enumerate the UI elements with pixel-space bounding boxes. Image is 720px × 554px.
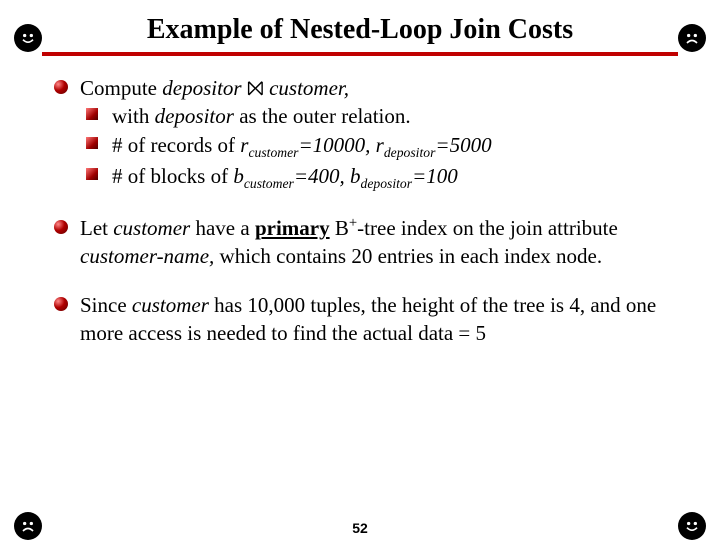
smile-icon	[14, 24, 42, 52]
text: =100	[412, 164, 458, 188]
superscript: +	[349, 215, 357, 231]
slide-title: Example of Nested-Loop Join Costs	[0, 14, 720, 46]
bullet-2: Let customer have a primary B+-tree inde…	[54, 214, 672, 271]
text: which contains 20 entries in each index …	[214, 244, 602, 268]
text: # of records of	[112, 133, 240, 157]
slide-content: Compute depositor ⨝ customer, with depos…	[0, 74, 720, 347]
subscript: depositor	[361, 176, 413, 191]
subscript: depositor	[384, 145, 436, 160]
text: with	[112, 104, 155, 128]
join-symbol: ⨝	[242, 76, 270, 100]
text: depositor	[162, 76, 241, 100]
bullet-1: Compute depositor ⨝ customer, with depos…	[54, 74, 672, 194]
text: Let	[80, 216, 113, 240]
text: depositor	[155, 104, 234, 128]
bullet-1-3: # of blocks of bcustomer=400, bdepositor…	[86, 162, 672, 194]
bullet-1-1: with depositor as the outer relation.	[86, 102, 672, 130]
bullet-3: Since customer has 10,000 tuples, the he…	[54, 291, 672, 348]
text: customer	[132, 293, 209, 317]
title-rule	[42, 52, 678, 56]
text: r	[376, 133, 384, 157]
text: # of blocks of	[112, 164, 233, 188]
text: Compute	[80, 76, 162, 100]
subscript: customer	[248, 145, 298, 160]
text: as the outer relation.	[234, 104, 411, 128]
text: b	[350, 164, 361, 188]
text: b	[233, 164, 244, 188]
page-number: 52	[0, 520, 720, 536]
subscript: customer	[244, 176, 294, 191]
text: =5000	[435, 133, 491, 157]
text: have a	[190, 216, 255, 240]
text: =400,	[294, 164, 350, 188]
bullet-1-2: # of records of rcustomer=10000, rdeposi…	[86, 131, 672, 163]
text: Since	[80, 293, 132, 317]
text: primary	[255, 216, 330, 240]
text: B	[330, 216, 349, 240]
sad-icon	[678, 24, 706, 52]
text: customer-name,	[80, 244, 214, 268]
text: customer	[113, 216, 190, 240]
text: customer,	[269, 76, 349, 100]
text: -tree index on the join attribute	[357, 216, 618, 240]
text: =10000,	[299, 133, 376, 157]
